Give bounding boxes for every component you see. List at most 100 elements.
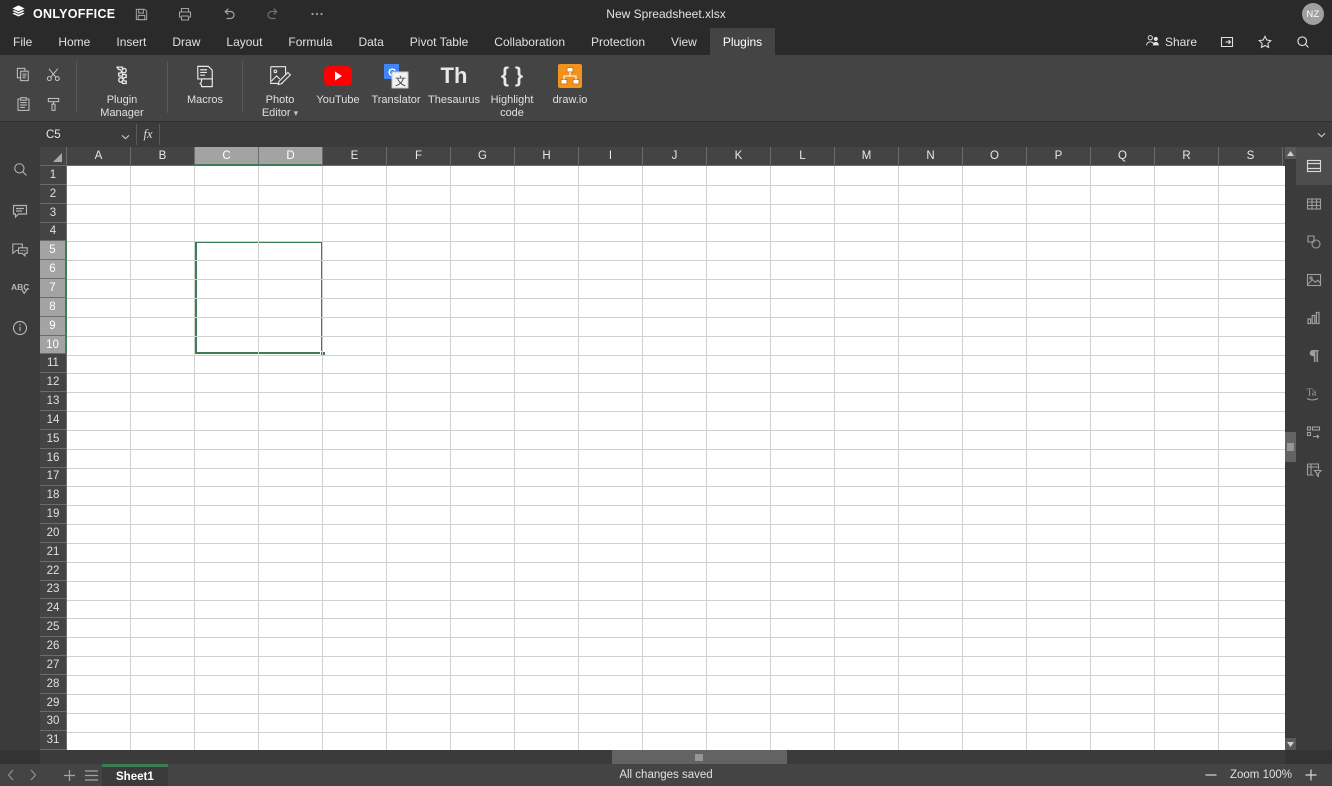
tab-home[interactable]: Home [45,28,103,55]
column-header-K[interactable]: K [707,147,771,166]
tab-protection[interactable]: Protection [578,28,658,55]
row-header-29[interactable]: 29 [40,693,67,713]
row-header-20[interactable]: 20 [40,524,67,543]
column-header-G[interactable]: G [451,147,515,166]
vertical-scrollbar[interactable] [1285,147,1296,750]
row-header-7[interactable]: 7 [40,279,67,298]
row-header-21[interactable]: 21 [40,542,67,562]
pivot-table-settings-icon[interactable] [1296,451,1332,489]
row-header-6[interactable]: 6 [40,260,67,280]
row-header-25[interactable]: 25 [40,618,67,638]
tab-pivot-table[interactable]: Pivot Table [397,28,481,55]
column-header-E[interactable]: E [323,147,387,166]
row-header-2[interactable]: 2 [40,184,67,204]
cell-area[interactable] [67,166,1296,750]
tab-draw[interactable]: Draw [159,28,213,55]
save-icon[interactable] [132,5,150,23]
column-header-S[interactable]: S [1219,147,1283,166]
row-header-28[interactable]: 28 [40,674,67,694]
chevron-left-icon[interactable] [0,764,22,786]
zoom-level-label[interactable]: Zoom 100% [1224,769,1298,781]
search-icon[interactable] [0,147,40,191]
spreadsheet-grid[interactable]: ABCDEFGHIJKLMNOPQRS 1 2 3 4 5 6 7 8 9 10 11 12 13 14 1… [40,147,1296,750]
photo-editor-button[interactable]: Photo Editor ▾ [251,55,309,119]
row-header-30[interactable]: 30 [40,712,67,732]
comments-icon[interactable] [0,191,40,230]
row-header-23[interactable]: 23 [40,580,67,600]
print-icon[interactable] [176,5,194,23]
tab-file[interactable]: File [0,28,45,55]
macros-button[interactable]: Macros [176,55,234,107]
vertical-scroll-thumb[interactable] [1285,432,1296,462]
column-header-C[interactable]: C [195,147,259,166]
tab-plugins[interactable]: Plugins [709,28,776,55]
row-header-14[interactable]: 14 [40,410,67,430]
row-header-22[interactable]: 22 [40,561,67,581]
formula-input[interactable] [160,124,1310,145]
horizontal-scrollbar[interactable] [40,750,1285,764]
row-header-3[interactable]: 3 [40,203,67,223]
row-header-24[interactable]: 24 [40,599,67,619]
chart-settings-icon[interactable] [1296,299,1332,337]
tab-layout[interactable]: Layout [213,28,275,55]
row-header-31[interactable]: 31 [40,731,67,750]
undo-icon[interactable] [220,5,238,23]
chevron-down-icon[interactable]: ▾ [294,108,299,118]
column-header-O[interactable]: O [963,147,1027,166]
copy-icon[interactable] [8,59,38,89]
zoom-out-icon[interactable] [1200,764,1222,786]
format-painter-icon[interactable] [38,89,68,119]
column-header-P[interactable]: P [1027,147,1091,166]
add-sheet-icon[interactable] [58,764,80,786]
redo-icon[interactable] [264,5,282,23]
text-art-settings-icon[interactable]: Ta [1296,375,1332,413]
tab-view[interactable]: View [658,28,710,55]
select-all-corner[interactable] [40,147,67,166]
slicer-settings-icon[interactable] [1296,413,1332,451]
brand-logo[interactable]: ONLYOFFICE [0,4,120,24]
paste-icon[interactable] [8,89,38,119]
row-header-10[interactable]: 10 [40,335,67,355]
sheet-list-icon[interactable] [80,764,102,786]
favorite-star-icon[interactable] [1246,28,1284,55]
column-header-B[interactable]: B [131,147,195,166]
expand-formula-bar-icon[interactable] [1310,132,1332,138]
row-header-17[interactable]: 17 [40,467,67,487]
row-header-27[interactable]: 27 [40,655,67,675]
column-header-Q[interactable]: Q [1091,147,1155,166]
paragraph-settings-icon[interactable] [1296,337,1332,375]
column-header-J[interactable]: J [643,147,707,166]
chevron-down-icon[interactable] [121,131,130,143]
about-icon[interactable] [0,308,40,347]
youtube-button[interactable]: YouTube [309,55,367,107]
zoom-in-icon[interactable] [1300,764,1322,786]
horizontal-scroll-thumb[interactable] [612,750,787,764]
chat-icon[interactable] [0,230,40,269]
column-header-M[interactable]: M [835,147,899,166]
row-header-1[interactable]: 1 [40,166,67,185]
sheet-tab-sheet1[interactable]: Sheet1 [102,764,168,786]
row-header-11[interactable]: 11 [40,354,67,374]
row-header-8[interactable]: 8 [40,297,67,317]
column-header-I[interactable]: I [579,147,643,166]
open-file-location-icon[interactable] [1208,28,1246,55]
column-header-A[interactable]: A [67,147,131,166]
shape-settings-icon[interactable] [1296,223,1332,261]
row-header-12[interactable]: 12 [40,373,67,393]
column-header-N[interactable]: N [899,147,963,166]
drawio-button[interactable]: draw.io [541,55,599,107]
name-box[interactable]: C5 [40,124,137,145]
cut-icon[interactable] [38,59,68,89]
translator-button[interactable]: G 文 Translator [367,55,425,107]
highlight-code-button[interactable]: { } Highlight code [483,55,541,119]
row-header-19[interactable]: 19 [40,505,67,525]
row-header-9[interactable]: 9 [40,316,67,336]
fill-handle[interactable] [320,351,326,357]
row-header-5[interactable]: 5 [40,241,67,261]
share-button[interactable]: Share [1134,28,1208,55]
row-header-15[interactable]: 15 [40,429,67,449]
insert-function-icon[interactable]: fx [137,124,160,145]
column-header-R[interactable]: R [1155,147,1219,166]
plugin-manager-button[interactable]: Plugin Manager [85,55,159,119]
row-header-13[interactable]: 13 [40,392,67,411]
